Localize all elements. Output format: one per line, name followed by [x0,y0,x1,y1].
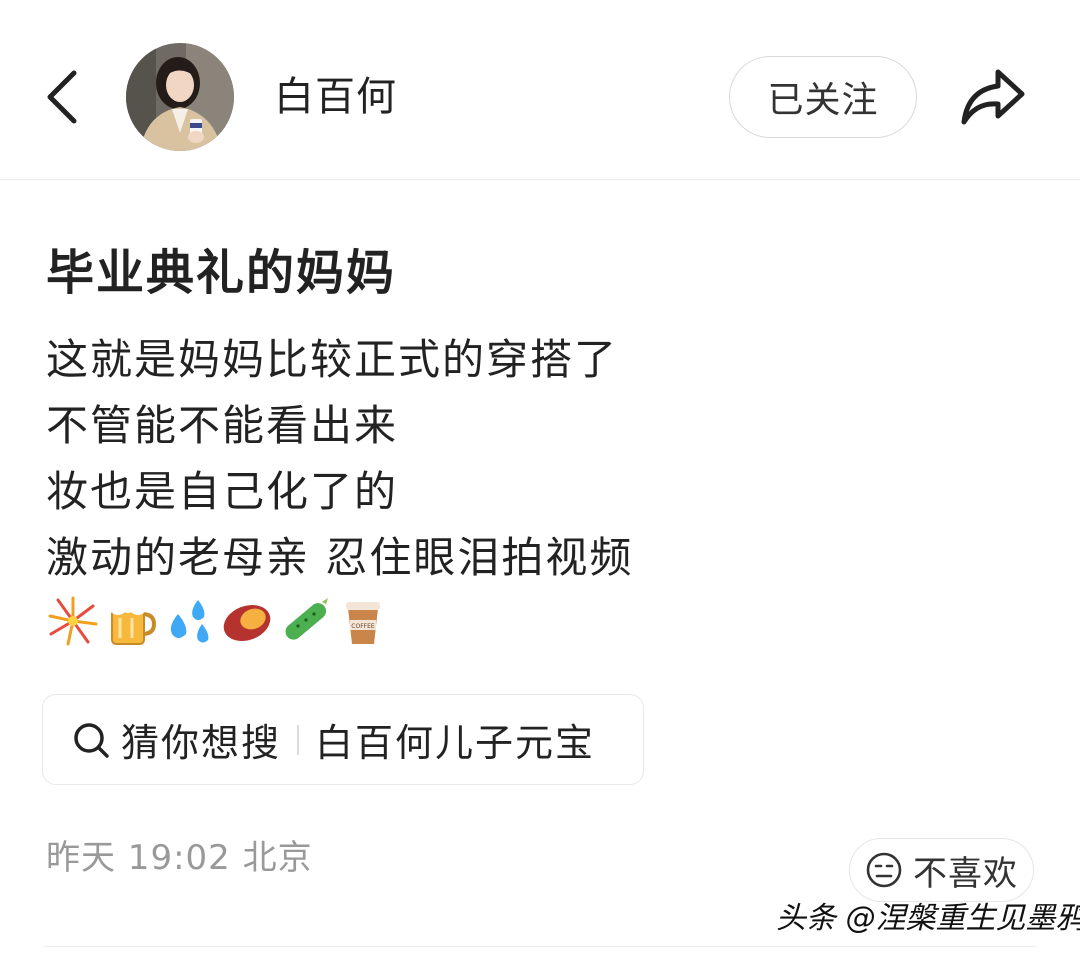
fireworks-emoji [48,596,98,646]
divider [44,946,1036,947]
search-suggestion[interactable]: 猜你想搜 白百何儿子元宝 [42,694,644,785]
post-line: 激动的老母亲 忍住眼泪拍视频 [46,533,634,582]
emoji-row: COFFEE [46,594,390,648]
post-time: 昨天 19:02 [46,838,231,878]
post-location: 北京 [242,838,313,878]
coffee-emoji: COFFEE [346,602,380,644]
avatar[interactable] [126,43,234,151]
suggestion-label: 猜你想搜 [121,721,282,765]
neutral-face-icon [866,852,902,888]
divider [297,724,300,755]
search-icon [69,718,113,762]
post-line: 妆也是自己化了的 [46,467,399,516]
top-bar: 白百何 已关注 [0,0,1080,180]
chevron-left-icon [47,70,77,124]
coffee-cup-text: COFFEE [351,623,375,630]
post-line: 不管能不能看出来 [46,401,399,450]
avatar-image [126,43,234,151]
post-body: 这就是妈妈比较正式的穿搭了 不管能不能看出来 妆也是自己化了的 激动的老母亲 忍… [46,327,1026,591]
sweet-potato-emoji [223,605,271,641]
post-line: 这就是妈妈比较正式的穿搭了 [46,335,619,384]
back-button[interactable] [36,62,88,132]
username[interactable]: 白百何 [274,70,397,124]
watermark: 头条 @涅槃重生见墨鸦 [776,901,1080,936]
share-button[interactable] [953,62,1033,132]
suggestion-query[interactable]: 白百何儿子元宝 [315,712,595,767]
beer-emoji [110,597,157,645]
post-meta: 昨天 19:02 北京 [46,836,313,880]
dislike-label: 不喜欢 [913,853,1018,894]
cucumber-emoji [285,598,328,640]
sweat-drops-emoji [170,600,209,643]
post-title: 毕业典礼的妈妈 [46,245,397,301]
follow-button[interactable]: 已关注 [729,56,917,138]
dislike-button[interactable]: 不喜欢 [849,838,1034,902]
share-arrow-icon [961,69,1025,125]
